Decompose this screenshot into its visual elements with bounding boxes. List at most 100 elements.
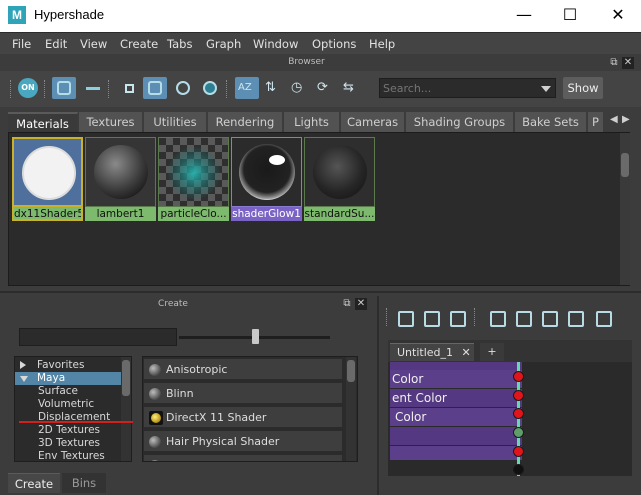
browser-search-field[interactable] (379, 78, 556, 98)
float-panel-icon[interactable]: ⧉ (341, 298, 353, 310)
tree-item-favorites[interactable]: Favorites (15, 359, 121, 372)
close-button[interactable]: ✕ (595, 0, 641, 32)
shader-item-partial[interactable] (144, 455, 342, 461)
tab-bake-sets[interactable]: Bake Sets (515, 112, 587, 132)
sort-by-name-button[interactable]: AZ (235, 77, 259, 99)
rearrange-graph-icon[interactable] (568, 311, 584, 327)
extra-large-icons-button[interactable] (198, 77, 222, 99)
attribute-port-icon[interactable] (513, 427, 524, 438)
output-connections-icon[interactable] (450, 311, 466, 327)
attribute-port-icon[interactable] (513, 371, 524, 382)
shader-item-blinn[interactable]: Blinn (144, 383, 342, 405)
tab-materials[interactable]: Materials (8, 112, 78, 132)
create-filter-input[interactable] (19, 328, 177, 346)
tree-item-env-textures[interactable]: Env Textures (15, 450, 121, 461)
menu-options[interactable]: Options (312, 37, 356, 51)
toggle-on-button[interactable]: ON (16, 77, 40, 99)
menu-create[interactable]: Create (120, 37, 158, 51)
collapse-arrow-icon[interactable] (20, 376, 28, 382)
expand-arrow-icon[interactable] (20, 361, 26, 369)
toolbar-grip[interactable] (108, 80, 110, 98)
input-output-connections-icon[interactable] (424, 311, 440, 327)
node-attribute-row[interactable]: ent Color (390, 389, 522, 407)
material-swatch[interactable]: dx11Shader5 (12, 137, 83, 221)
frame-selection-icon[interactable] (490, 311, 506, 327)
tab-bins[interactable]: Bins (62, 473, 106, 493)
tree-item-maya[interactable]: Maya (15, 372, 121, 385)
node-attribute-row[interactable] (390, 446, 522, 460)
materials-scrollbar[interactable] (620, 133, 630, 285)
menu-view[interactable]: View (80, 37, 107, 51)
tab-utilities[interactable]: Utilities (144, 112, 207, 132)
slider-handle[interactable] (252, 329, 259, 344)
shader-item-hair-physical[interactable]: Hair Physical Shader (144, 431, 342, 453)
show-button[interactable]: Show (563, 77, 603, 99)
add-tab-button[interactable]: + (480, 343, 504, 361)
tree-item-3d-textures[interactable]: 3D Textures (15, 437, 121, 450)
search-input[interactable] (383, 81, 533, 96)
vertical-splitter[interactable] (377, 296, 379, 495)
tree-item-surface[interactable]: Surface (15, 385, 121, 398)
tab-overflow[interactable]: P (588, 112, 604, 132)
sort-by-time-button[interactable]: ◷ (288, 77, 312, 99)
menu-file[interactable]: File (12, 37, 31, 51)
node-attribute-row[interactable]: Color (390, 408, 522, 426)
graph-layout-icon[interactable] (516, 311, 532, 327)
menu-help[interactable]: Help (369, 37, 395, 51)
tree-item-volumetric[interactable]: Volumetric (15, 398, 121, 411)
node-graph-canvas[interactable]: Color ent Color Color (388, 362, 632, 476)
node-attribute-row[interactable] (390, 427, 522, 445)
input-connections-icon[interactable] (398, 311, 414, 327)
shader-item-directx-11[interactable]: DirectX 11 Shader (144, 407, 342, 429)
node-attribute-row[interactable]: Color (390, 370, 522, 388)
menu-tabs[interactable]: Tabs (167, 37, 192, 51)
shader-item-anisotropic[interactable]: Anisotropic (144, 359, 342, 381)
tab-lights[interactable]: Lights (284, 112, 340, 132)
small-icons-button[interactable] (117, 77, 141, 99)
scrollbar-thumb[interactable] (621, 153, 629, 177)
material-swatch[interactable]: shaderGlow1 (231, 137, 302, 221)
refresh-button[interactable]: ⟳ (314, 77, 338, 99)
menu-window[interactable]: Window (253, 37, 298, 51)
tab-untitled-1[interactable]: Untitled_1 ✕ (390, 343, 474, 361)
reverse-sort-button[interactable]: ⇆ (340, 77, 364, 99)
toolbar-grip[interactable] (226, 80, 228, 98)
attribute-port-icon[interactable] (513, 446, 524, 457)
tab-shading-groups[interactable]: Shading Groups (406, 112, 514, 132)
view-as-list-button[interactable] (80, 77, 104, 99)
tab-create[interactable]: Create (8, 473, 60, 493)
scrollbar-thumb[interactable] (122, 360, 130, 396)
toolbar-grip[interactable] (44, 80, 46, 98)
toolbar-grip[interactable] (474, 308, 476, 326)
scrollbar-thumb[interactable] (347, 360, 355, 382)
material-swatch[interactable]: lambert1 (85, 137, 156, 221)
toolbar-grip[interactable] (386, 308, 388, 326)
chevron-down-icon[interactable] (541, 86, 551, 92)
medium-icons-button[interactable] (143, 77, 167, 99)
menu-edit[interactable]: Edit (45, 37, 67, 51)
category-scrollbar[interactable] (121, 357, 131, 461)
horizontal-splitter[interactable] (0, 291, 641, 293)
large-icons-button[interactable] (171, 77, 195, 99)
float-panel-icon[interactable]: ⧉ (608, 57, 620, 69)
toolbar-grip[interactable] (10, 80, 12, 98)
attribute-port-icon[interactable] (513, 390, 524, 401)
attribute-port-icon[interactable] (513, 408, 524, 419)
tab-scroll-left-icon[interactable]: ◀ (610, 114, 618, 125)
toggle-swatches-icon[interactable] (596, 311, 612, 327)
tab-scroll-right-icon[interactable]: ▶ (622, 114, 630, 125)
sort-by-type-button[interactable]: ⇅ (262, 77, 286, 99)
tab-rendering[interactable]: Rendering (208, 112, 283, 132)
clear-graph-icon[interactable] (542, 311, 558, 327)
tree-item-2d-textures[interactable]: 2D Textures (15, 424, 121, 437)
shader-scrollbar[interactable] (346, 357, 356, 461)
material-swatch[interactable]: particleClo... (158, 137, 229, 221)
attribute-port-icon[interactable] (513, 464, 524, 475)
maximize-button[interactable]: ☐ (547, 0, 593, 32)
tab-cameras[interactable]: Cameras (341, 112, 405, 132)
view-as-icons-button[interactable] (52, 77, 76, 99)
close-panel-icon[interactable]: ✕ (622, 57, 634, 69)
tab-textures[interactable]: Textures (79, 112, 143, 132)
close-tab-icon[interactable]: ✕ (462, 346, 471, 359)
close-panel-icon[interactable]: ✕ (355, 298, 367, 310)
